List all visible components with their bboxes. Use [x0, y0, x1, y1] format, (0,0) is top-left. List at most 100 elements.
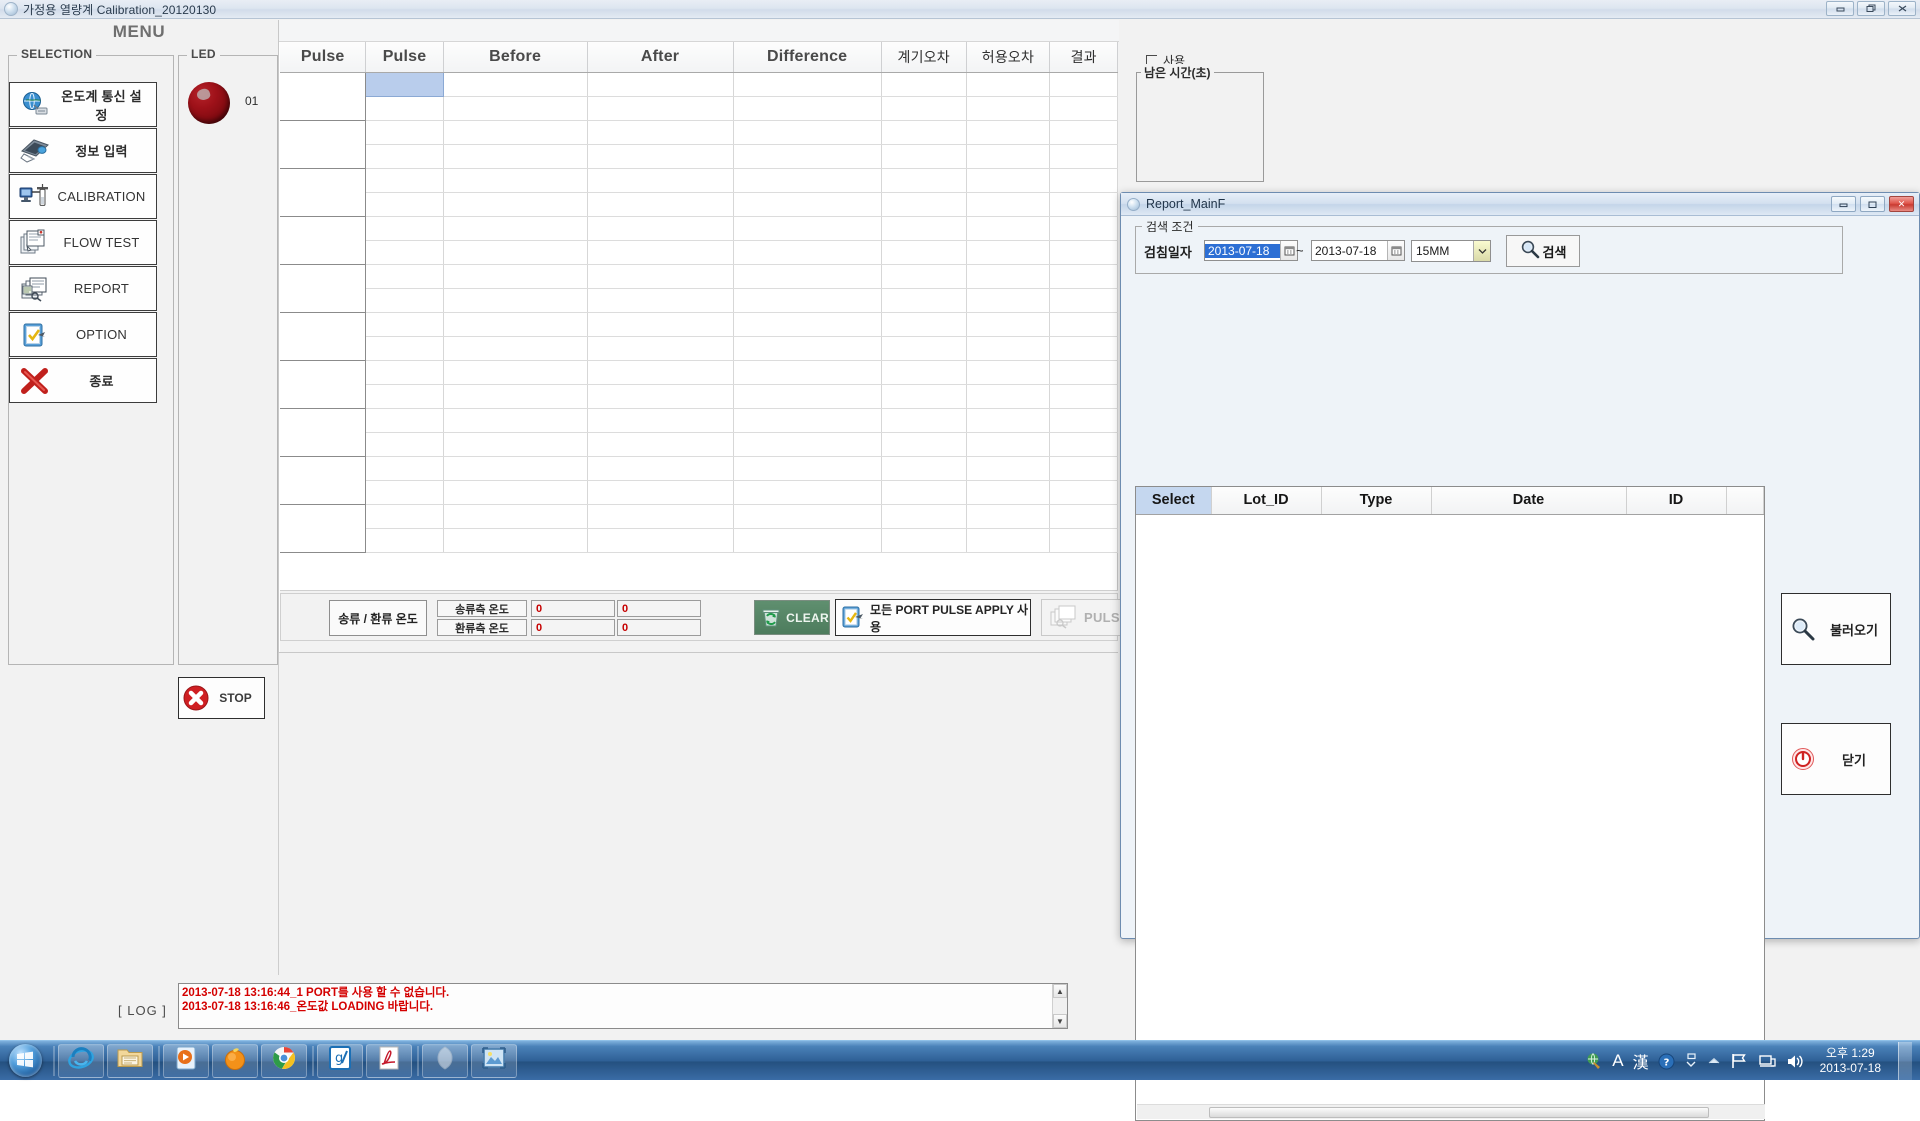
table-row[interactable] — [280, 168, 1118, 217]
report-column-header[interactable]: Lot_ID — [1211, 487, 1322, 515]
grid-cell[interactable] — [733, 480, 882, 505]
grid-cell[interactable] — [587, 312, 734, 337]
grid-cell[interactable] — [881, 216, 967, 241]
report-data-grid[interactable]: Select Lot_ID Type Date ID — [1135, 486, 1765, 1121]
grid-row-group-cell[interactable] — [280, 408, 367, 457]
table-row[interactable] — [280, 480, 1118, 505]
grid-cell[interactable] — [443, 336, 588, 361]
menu-item-calibration[interactable]: CALIBRATION — [9, 174, 157, 219]
grid-cell[interactable] — [365, 96, 444, 121]
grid-column-header[interactable]: Pulse — [280, 42, 367, 73]
grid-cell[interactable] — [587, 192, 734, 217]
grid-cell[interactable] — [733, 144, 882, 169]
grid-cell[interactable] — [966, 360, 1051, 385]
table-row[interactable] — [280, 144, 1118, 169]
table-row[interactable] — [280, 384, 1118, 409]
taskbar-orange-app[interactable] — [212, 1043, 258, 1078]
maximize-button[interactable] — [1857, 1, 1885, 16]
grid-cell[interactable] — [587, 360, 734, 385]
grid-cell[interactable] — [365, 192, 444, 217]
grid-cell[interactable] — [365, 360, 444, 385]
taskbar-firefox[interactable] — [422, 1043, 468, 1078]
table-row[interactable] — [280, 216, 1118, 265]
grid-cell[interactable] — [966, 240, 1051, 265]
date-from-field[interactable]: 2013-07-18 — [1204, 240, 1298, 261]
grid-cell[interactable] — [881, 264, 967, 289]
table-row[interactable] — [280, 432, 1118, 457]
grid-cell[interactable] — [587, 120, 734, 145]
grid-cell[interactable] — [1049, 240, 1118, 265]
grid-cell[interactable] — [733, 216, 882, 241]
grid-cell[interactable] — [443, 528, 588, 553]
grid-cell[interactable] — [443, 240, 588, 265]
chevron-down-icon[interactable] — [1473, 241, 1490, 261]
overflow-icon[interactable] — [1684, 1052, 1698, 1070]
grid-cell[interactable] — [443, 264, 588, 289]
grid-cell[interactable] — [733, 240, 882, 265]
grid-cell[interactable] — [587, 528, 734, 553]
grid-cell[interactable] — [587, 504, 734, 529]
grid-cell[interactable] — [1049, 144, 1118, 169]
grid-cell[interactable] — [733, 312, 882, 337]
grid-row-group-cell[interactable] — [280, 504, 367, 553]
all-port-pulse-apply-button[interactable]: 모든 PORT PULSE APPLY 사용 — [835, 599, 1031, 636]
grid-cell[interactable] — [881, 312, 967, 337]
grid-cell[interactable] — [1049, 264, 1118, 289]
grid-cell[interactable] — [966, 336, 1051, 361]
grid-cell[interactable] — [365, 264, 444, 289]
size-select[interactable]: 15MM — [1411, 240, 1491, 262]
input-mode-hanja[interactable]: 漢 — [1633, 1049, 1649, 1073]
grid-cell[interactable] — [881, 504, 967, 529]
dialog-close-button[interactable]: ✕ — [1889, 196, 1914, 212]
grid-cell[interactable] — [365, 240, 444, 265]
show-hidden-icons-icon[interactable] — [1707, 1056, 1721, 1066]
grid-cell[interactable] — [587, 384, 734, 409]
table-row[interactable] — [280, 72, 1118, 121]
grid-cell[interactable] — [733, 288, 882, 313]
table-row[interactable] — [280, 96, 1118, 121]
grid-cell[interactable] — [365, 120, 444, 145]
grid-cell[interactable] — [587, 456, 734, 481]
grid-cell[interactable] — [966, 408, 1051, 433]
taskbar-photo-viewer[interactable] — [471, 1043, 517, 1078]
grid-cell[interactable] — [1049, 288, 1118, 313]
grid-cell[interactable] — [365, 168, 444, 193]
table-row[interactable] — [280, 264, 1118, 313]
scroll-down-arrow-icon[interactable]: ▼ — [1053, 1014, 1067, 1028]
grid-cell[interactable] — [881, 336, 967, 361]
grid-cell[interactable] — [443, 144, 588, 169]
grid-column-header[interactable]: 허용오차 — [966, 42, 1051, 73]
report-column-header[interactable]: Type — [1321, 487, 1432, 515]
grid-cell[interactable] — [733, 432, 882, 457]
table-row[interactable] — [280, 528, 1118, 553]
dialog-minimize-button[interactable] — [1831, 196, 1856, 212]
grid-cell[interactable] — [1049, 432, 1118, 457]
grid-cell[interactable] — [966, 456, 1051, 481]
report-column-header[interactable]: Select — [1136, 487, 1212, 515]
show-desktop-button[interactable] — [1898, 1042, 1912, 1080]
grid-cell[interactable] — [733, 384, 882, 409]
grid-cell[interactable] — [365, 384, 444, 409]
report-column-header[interactable]: Date — [1431, 487, 1627, 515]
language-bar-icon[interactable] — [1585, 1052, 1603, 1070]
grid-cell[interactable] — [881, 96, 967, 121]
minimize-button[interactable] — [1826, 1, 1854, 16]
taskbar-file-explorer[interactable] — [107, 1043, 153, 1078]
menu-item-option[interactable]: OPTION — [9, 312, 157, 357]
return-temp-value-2[interactable]: 0 — [617, 619, 701, 636]
grid-cell[interactable] — [365, 432, 444, 457]
grid-cell[interactable] — [733, 168, 882, 193]
grid-cell[interactable] — [966, 192, 1051, 217]
volume-icon[interactable] — [1786, 1053, 1805, 1070]
flag-action-center-icon[interactable] — [1730, 1052, 1749, 1070]
grid-cell[interactable] — [1049, 192, 1118, 217]
grid-cell[interactable] — [881, 408, 967, 433]
grid-cell[interactable] — [443, 72, 588, 97]
grid-cell[interactable] — [443, 216, 588, 241]
grid-row-group-cell[interactable] — [280, 360, 367, 409]
table-row[interactable] — [280, 240, 1118, 265]
grid-cell[interactable] — [966, 480, 1051, 505]
grid-column-header[interactable]: After — [587, 42, 734, 73]
grid-cell[interactable] — [733, 408, 882, 433]
grid-cell[interactable] — [443, 96, 588, 121]
